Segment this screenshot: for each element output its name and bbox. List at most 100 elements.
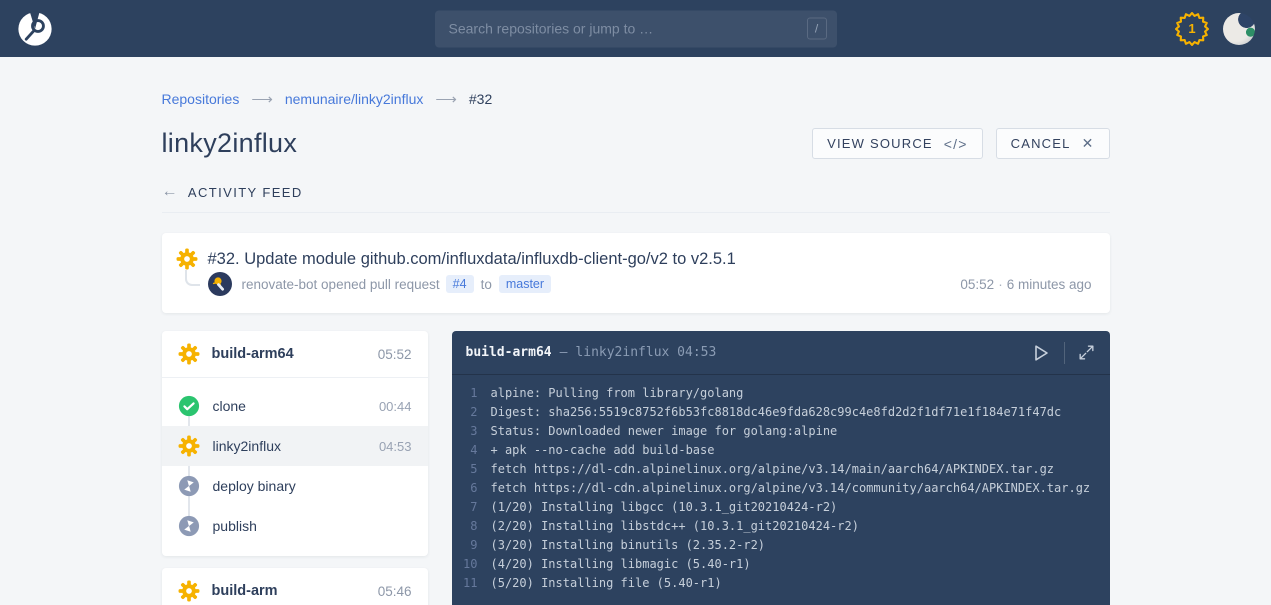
left-arrow-icon: ← [162, 183, 179, 201]
woodpecker-logo-icon[interactable] [16, 10, 54, 48]
log-line: 8 (2/20) Installing libstdc++ (10.3.1_gi… [452, 517, 1110, 536]
running-builds-badge[interactable]: 1 [1175, 12, 1209, 46]
pipeline-header[interactable]: build-arm64 05:52 [162, 331, 428, 378]
console-log: 1 alpine: Pulling from library/golang 2 … [452, 375, 1110, 593]
line-text: (4/20) Installing libmagic (5.40-r1) [478, 555, 751, 574]
line-text: fetch https://dl-cdn.alpinelinux.org/alp… [478, 479, 1091, 498]
global-search: / [435, 10, 837, 47]
main-content: Repositories⟶nemunaire/linky2influx⟶#32 … [162, 90, 1110, 605]
pipeline-step[interactable]: deploy binary [162, 466, 428, 506]
pipeline-step[interactable]: publish [162, 506, 428, 546]
line-number: 8 [452, 517, 478, 536]
line-text: fetch https://dl-cdn.alpinelinux.org/alp… [478, 460, 1055, 479]
running-gear-icon [178, 343, 200, 365]
console-step-info: linky2influx 04:53 [575, 345, 716, 360]
pipeline-header[interactable]: build-arm 05:46 [162, 568, 428, 605]
line-number: 3 [452, 422, 478, 441]
line-text: alpine: Pulling from library/golang [478, 384, 744, 403]
activity-feed-label: ACTIVITY FEED [188, 185, 303, 200]
fullscreen-button[interactable] [1077, 343, 1096, 362]
breadcrumb-arrow-icon: ⟶ [435, 90, 457, 108]
play-icon [1028, 341, 1052, 365]
console-separator: – [560, 345, 568, 360]
running-gear-icon [178, 435, 200, 457]
line-number: 9 [452, 536, 478, 555]
pipeline-name: build-arm [212, 583, 278, 599]
step-label: deploy binary [213, 478, 296, 494]
follow-log-button[interactable] [1028, 341, 1052, 365]
pipeline-step[interactable]: linky2influx 04:53 [162, 426, 428, 466]
step-label: linky2influx [213, 438, 281, 454]
breadcrumb-arrow-icon: ⟶ [251, 90, 273, 108]
log-line: 10 (4/20) Installing libmagic (5.40-r1) [452, 555, 1110, 574]
slash-shortcut-key: / [807, 18, 827, 40]
line-text: (2/20) Installing libstdc++ (10.3.1_git2… [478, 517, 859, 536]
pipeline-steps: clone 00:44 linky2influx 04:53 [162, 378, 428, 556]
step-label: publish [213, 518, 257, 534]
pipeline-duration: 05:52 [378, 347, 412, 362]
expand-icon [1077, 343, 1096, 362]
pipeline-step[interactable]: clone 00:44 [162, 386, 428, 426]
code-icon: </> [944, 136, 968, 152]
line-number: 1 [452, 384, 478, 403]
line-text: (1/20) Installing libgcc (10.3.1_git2021… [478, 498, 838, 517]
activity-feed-back-link[interactable]: ← ACTIVITY FEED [162, 183, 303, 201]
line-text: Digest: sha256:5519c8752f6b53fc8818dc46e… [478, 403, 1062, 422]
breadcrumb-link[interactable]: Repositories [162, 91, 240, 107]
step-duration: 00:44 [379, 399, 412, 414]
console-header: build-arm64 – linky2influx 04:53 [452, 331, 1110, 375]
step-label: clone [213, 398, 246, 414]
pipeline-duration: 05:46 [378, 584, 412, 599]
line-number: 10 [452, 555, 478, 574]
console-pipeline-name: build-arm64 [466, 345, 552, 360]
top-navbar: / 1 [0, 0, 1271, 57]
view-source-label: VIEW SOURCE [827, 136, 933, 151]
log-line: 11 (5/20) Installing file (5.40-r1) [452, 574, 1110, 593]
connector-elbow [185, 270, 200, 286]
breadcrumb-link[interactable]: nemunaire/linky2influx [285, 91, 424, 107]
to-word: to [481, 277, 492, 292]
breadcrumb-current: #32 [469, 91, 492, 107]
step-duration: 04:53 [379, 439, 412, 454]
pull-request-badge[interactable]: #4 [446, 275, 474, 293]
build-title: #32. Update module github.com/influxdata… [208, 250, 736, 269]
vertical-divider [1064, 342, 1065, 364]
log-line: 9 (3/20) Installing binutils (2.35.2-r2) [452, 536, 1110, 555]
line-number: 2 [452, 403, 478, 422]
line-number: 6 [452, 479, 478, 498]
breadcrumb: Repositories ⟶ nemunaire/linky2influx ⟶ #32 [162, 90, 1110, 108]
pending-hourglass-icon [178, 515, 200, 537]
log-line: 7 (1/20) Installing libgcc (10.3.1_git20… [452, 498, 1110, 517]
pending-hourglass-icon [178, 475, 200, 497]
log-line: 3 Status: Downloaded newer image for gol… [452, 422, 1110, 441]
line-number: 11 [452, 574, 478, 593]
pipeline-card: build-arm 05:46 [162, 568, 428, 605]
feed-actor-text: renovate-bot opened pull request [242, 277, 440, 292]
close-icon: ✕ [1082, 135, 1095, 152]
user-avatar[interactable] [1223, 13, 1255, 45]
log-line: 2 Digest: sha256:5519c8752f6b53fc8818dc4… [452, 403, 1110, 422]
log-line: 6 fetch https://dl-cdn.alpinelinux.org/a… [452, 479, 1110, 498]
line-number: 4 [452, 441, 478, 460]
line-number: 7 [452, 498, 478, 517]
search-input[interactable] [449, 21, 807, 37]
branch-badge[interactable]: master [499, 275, 551, 293]
pipeline-card: build-arm64 05:52 clone 00:44 [162, 331, 428, 556]
line-text: + apk --no-cache add build-base [478, 441, 715, 460]
divider [162, 212, 1110, 213]
view-source-button[interactable]: VIEW SOURCE </> [812, 128, 983, 159]
log-line: 1 alpine: Pulling from library/golang [452, 384, 1110, 403]
log-line: 4 + apk --no-cache add build-base [452, 441, 1110, 460]
feed-timestamp: 05:52·6 minutes ago [960, 277, 1091, 292]
line-number: 5 [452, 460, 478, 479]
console-panel: build-arm64 – linky2influx 04:53 [452, 331, 1110, 605]
line-text: Status: Downloaded newer image for golan… [478, 422, 838, 441]
line-text: (3/20) Installing binutils (2.35.2-r2) [478, 536, 766, 555]
running-gear-icon [178, 580, 200, 602]
page-title: linky2influx [162, 128, 298, 159]
pipeline-name: build-arm64 [212, 346, 294, 362]
cancel-label: CANCEL [1011, 136, 1071, 151]
cancel-button[interactable]: CANCEL ✕ [996, 128, 1110, 159]
line-text: (5/20) Installing file (5.40-r1) [478, 574, 722, 593]
build-feed-card[interactable]: #32. Update module github.com/influxdata… [162, 233, 1110, 313]
